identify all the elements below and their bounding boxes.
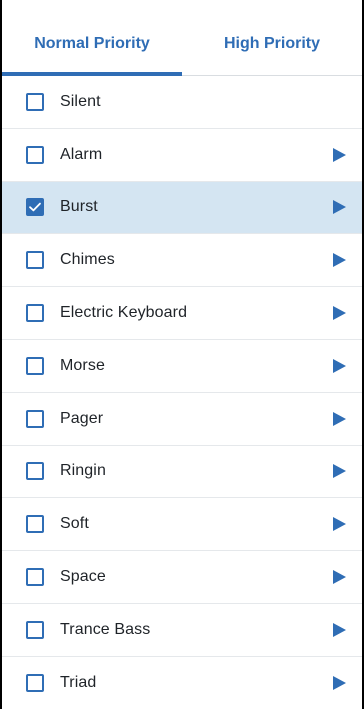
- play-icon[interactable]: [330, 621, 348, 639]
- play-icon[interactable]: [330, 251, 348, 269]
- play-icon[interactable]: [330, 146, 348, 164]
- ringtone-row[interactable]: Pager: [2, 393, 362, 446]
- play-icon[interactable]: [330, 198, 348, 216]
- ringtone-label: Chimes: [60, 251, 115, 269]
- ringtone-picker: Normal Priority High Priority Silent Alar…: [0, 0, 364, 709]
- checkbox-checked-icon[interactable]: [26, 198, 44, 217]
- ringtone-row[interactable]: Burst: [2, 181, 362, 235]
- ringtone-row[interactable]: Electric Keyboard: [2, 287, 362, 340]
- play-icon[interactable]: [330, 462, 348, 480]
- checkbox-unchecked-icon[interactable]: [26, 462, 44, 481]
- ringtone-row[interactable]: Triad: [2, 657, 362, 709]
- checkbox-unchecked-icon[interactable]: [26, 620, 44, 639]
- ringtone-list: Silent Alarm Burst Chimes Electric Keyboard M…: [2, 76, 362, 709]
- ringtone-label: Silent: [60, 92, 101, 110]
- ringtone-row[interactable]: Ringin: [2, 446, 362, 499]
- ringtone-row[interactable]: Silent: [2, 76, 362, 129]
- priority-tabs: Normal Priority High Priority: [2, 0, 362, 76]
- ringtone-label: Electric Keyboard: [60, 304, 188, 322]
- play-icon[interactable]: [330, 515, 348, 533]
- ringtone-label: Soft: [60, 515, 89, 533]
- tab-normal-priority[interactable]: Normal Priority: [2, 0, 182, 76]
- tab-normal-priority-label: Normal Priority: [34, 34, 150, 52]
- play-icon[interactable]: [330, 304, 348, 322]
- ringtone-row[interactable]: Alarm: [2, 129, 362, 182]
- ringtone-label: Pager: [60, 409, 104, 427]
- ringtone-row[interactable]: Morse: [2, 340, 362, 393]
- ringtone-label: Space: [60, 568, 106, 586]
- play-icon[interactable]: [330, 357, 348, 375]
- checkbox-unchecked-icon[interactable]: [26, 409, 44, 428]
- play-icon[interactable]: [330, 410, 348, 428]
- checkbox-unchecked-icon[interactable]: [26, 515, 44, 534]
- ringtone-label: Trance Bass: [60, 620, 151, 638]
- checkbox-unchecked-icon[interactable]: [26, 568, 44, 587]
- ringtone-label: Alarm: [60, 145, 103, 163]
- checkbox-unchecked-icon[interactable]: [26, 145, 44, 164]
- ringtone-row[interactable]: Chimes: [2, 234, 362, 288]
- checkbox-unchecked-icon[interactable]: [26, 251, 44, 270]
- ringtone-label: Burst: [60, 198, 98, 216]
- play-icon[interactable]: [330, 568, 348, 586]
- tab-high-priority[interactable]: High Priority: [182, 0, 362, 75]
- checkbox-unchecked-icon[interactable]: [26, 92, 44, 111]
- checkbox-unchecked-icon[interactable]: [26, 356, 44, 375]
- ringtone-label: Ringin: [60, 462, 106, 480]
- checkbox-unchecked-icon[interactable]: [26, 673, 44, 692]
- checkbox-unchecked-icon[interactable]: [26, 304, 44, 323]
- tab-high-priority-label: High Priority: [223, 34, 320, 52]
- ringtone-row[interactable]: Trance Bass: [2, 604, 362, 657]
- ringtone-label: Morse: [60, 356, 105, 374]
- ringtone-row[interactable]: Space: [2, 551, 362, 604]
- play-icon[interactable]: [330, 674, 348, 692]
- ringtone-row[interactable]: Soft: [2, 498, 362, 552]
- ringtone-label: Triad: [60, 673, 97, 691]
